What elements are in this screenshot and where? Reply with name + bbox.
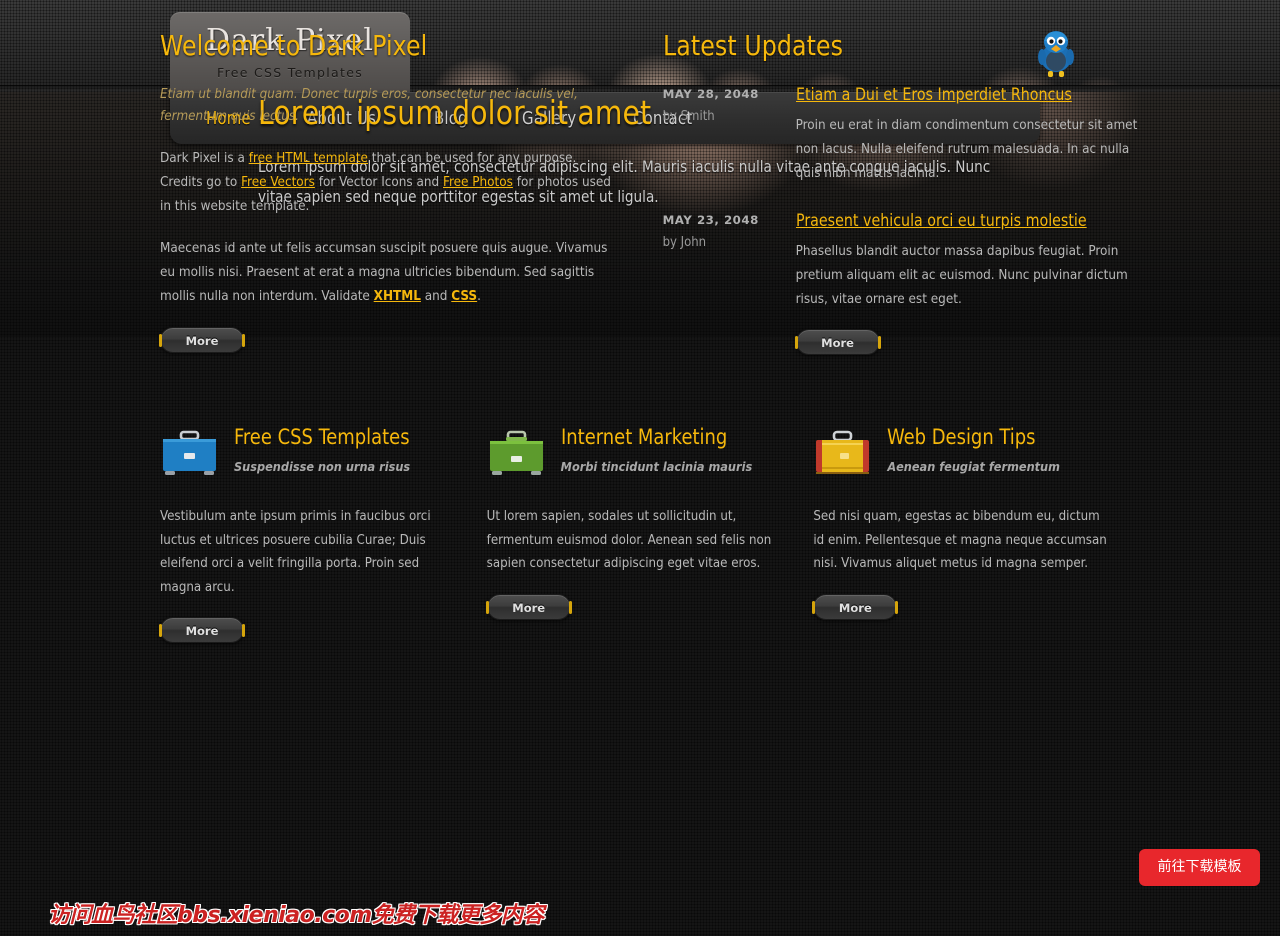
- feature-box-subtitle: Aenean feugiat fermentum: [887, 459, 1060, 475]
- feature-box-titles: Internet Marketing Morbi tincidunt lacin…: [560, 423, 753, 475]
- update-text: Proin eu erat in diam condimentum consec…: [795, 118, 1138, 181]
- link-free-vectors[interactable]: Free Vectors: [241, 175, 315, 190]
- feature-box-more-button[interactable]: More: [812, 593, 899, 620]
- feature-box-more-button[interactable]: More: [485, 593, 572, 620]
- welcome-column: Welcome to Dark Pixel Etiam ut blandit q…: [159, 29, 613, 355]
- main-content: Welcome to Dark Pixel Etiam ut blandit q…: [159, 0, 1140, 644]
- feature-box: Internet Marketing Morbi tincidunt lacin…: [485, 423, 814, 643]
- link-xhtml[interactable]: XHTML: [374, 289, 421, 304]
- feature-box-more-button[interactable]: More: [159, 617, 245, 644]
- feature-box: Free CSS Templates Suspendisse non urna …: [159, 423, 487, 644]
- feature-box-title: Web Design Tips: [887, 425, 1036, 450]
- feature-box-header: Web Design Tips Aenean feugiat fermentum: [813, 423, 1140, 479]
- updates-column: Latest Updates MAY 28, 2048 by Smith Eti…: [662, 29, 1140, 356]
- update-body: Praesent vehicula orci eu turpis molesti…: [796, 211, 1140, 312]
- feature-box-titles: Free CSS Templates Suspendisse non urna …: [234, 423, 419, 475]
- feature-box-text: Sed nisi quam, egestas ac bibendum eu, d…: [813, 509, 1107, 572]
- update-meta: MAY 28, 2048 by Smith: [663, 85, 796, 186]
- text-fragment: and: [420, 289, 452, 305]
- update-title-link[interactable]: Etiam a Dui et Eros Imperdiet Rhoncus: [796, 85, 1072, 104]
- feature-box-subtitle: Morbi tincidunt lacinia mauris: [560, 459, 753, 475]
- welcome-more-button[interactable]: More: [159, 327, 245, 354]
- yellow-suitcase-icon: [813, 429, 872, 479]
- feature-box-title: Internet Marketing: [560, 425, 727, 450]
- update-date: MAY 28, 2048: [662, 87, 759, 101]
- text-fragment: .: [477, 289, 481, 305]
- feature-box-text: Ut lorem sapien, sodales ut sollicitudin…: [486, 509, 772, 572]
- update-body: Etiam a Dui et Eros Imperdiet Rhoncus Pr…: [796, 85, 1140, 186]
- update-author: by Smith: [662, 109, 715, 124]
- two-column-section: Welcome to Dark Pixel Etiam ut blandit q…: [159, 0, 1140, 356]
- page-root: Dark Pixel Free CSS Templates Home About…: [0, 0, 1280, 936]
- watermark-text: 访问血鸟社区bbs.xieniao.com免费下载更多内容: [48, 903, 544, 928]
- update-title-link[interactable]: Praesent vehicula orci eu turpis molesti…: [796, 211, 1087, 230]
- updates-heading: Latest Updates: [662, 29, 843, 62]
- feature-box-subtitle: Suspendisse non urna risus: [234, 459, 411, 475]
- welcome-heading: Welcome to Dark Pixel: [160, 29, 428, 62]
- update-item: MAY 23, 2048 by John Praesent vehicula o…: [663, 211, 1140, 312]
- welcome-paragraph-1: Dark Pixel is a free HTML template that …: [160, 147, 613, 219]
- feature-box-titles: Web Design Tips Aenean feugiat fermentum: [887, 423, 1060, 475]
- feature-box-text: Vestibulum ante ipsum primis in faucibus…: [160, 509, 431, 595]
- feature-box-header: Free CSS Templates Suspendisse non urna …: [160, 423, 487, 479]
- update-date: MAY 23, 2048: [662, 212, 759, 227]
- update-author: by John: [662, 234, 707, 250]
- text-fragment: Dark Pixel is a: [160, 150, 249, 166]
- feature-boxes-section: Free CSS Templates Suspendisse non urna …: [159, 423, 1140, 644]
- welcome-intro: Etiam ut blandit quam. Donec turpis eros…: [160, 87, 578, 124]
- download-template-button[interactable]: 前往下载模板: [1139, 849, 1260, 886]
- blue-briefcase-icon: [160, 429, 219, 479]
- feature-box-title: Free CSS Templates: [234, 425, 410, 450]
- update-meta: MAY 23, 2048 by John: [663, 211, 796, 312]
- update-item: MAY 28, 2048 by Smith Etiam a Dui et Ero…: [663, 85, 1140, 186]
- green-briefcase-icon: [487, 429, 546, 479]
- welcome-paragraph-2: Maecenas id ante ut felis accumsan susci…: [160, 237, 613, 309]
- link-free-html-template[interactable]: free HTML template: [249, 151, 368, 166]
- feature-box: Web Design Tips Aenean feugiat fermentum…: [812, 423, 1140, 643]
- link-css[interactable]: CSS: [451, 289, 477, 304]
- link-free-photos[interactable]: Free Photos: [443, 175, 513, 190]
- update-text: Phasellus blandit auctor massa dapibus f…: [795, 243, 1128, 307]
- feature-box-header: Internet Marketing Morbi tincidunt lacin…: [487, 423, 814, 479]
- text-fragment: for Vector Icons and: [314, 174, 443, 190]
- updates-more-button[interactable]: More: [794, 329, 881, 356]
